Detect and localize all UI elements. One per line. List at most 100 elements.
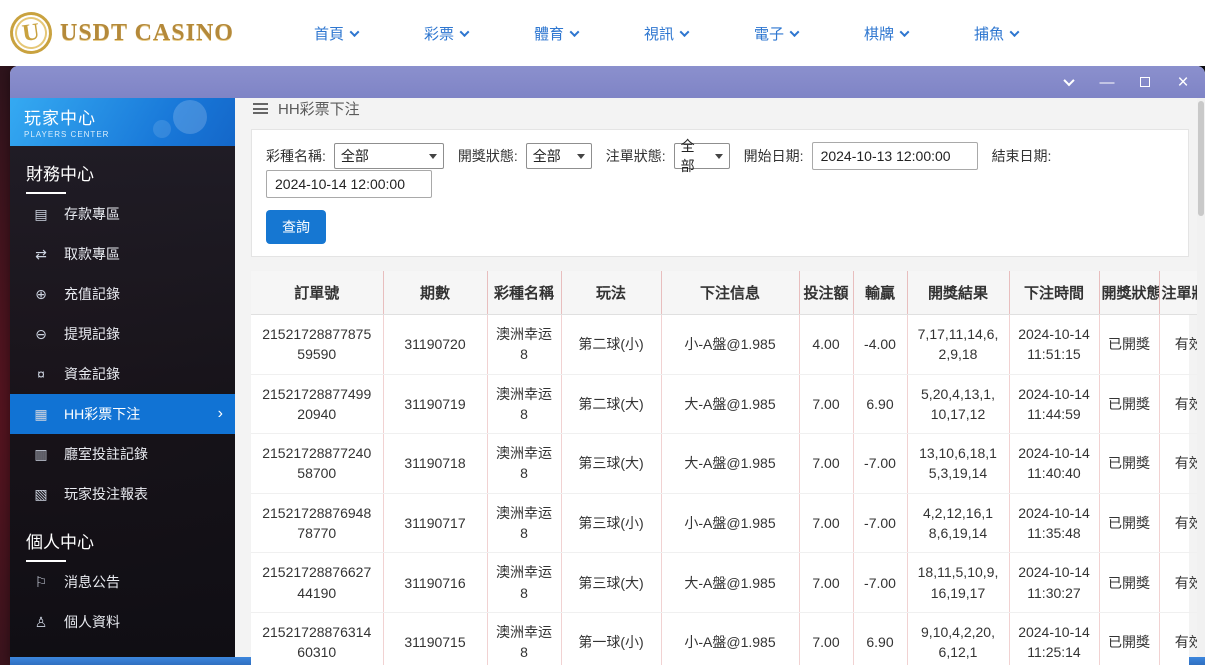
- table-cell: -7.00: [853, 434, 907, 494]
- sidebar-section-title: 財務中心: [10, 146, 235, 194]
- sidebar-item-recharge-record[interactable]: ⊕ 充值記錄: [10, 274, 235, 314]
- nav-item-1[interactable]: 彩票: [424, 23, 468, 44]
- table-cell: 第三球(小): [561, 493, 661, 553]
- table-cell: 13,10,6,18,15,3,19,14: [907, 434, 1009, 494]
- bet-status-label: 注單狀態:: [606, 146, 666, 166]
- table-cell: 第二球(大): [561, 374, 661, 434]
- table-cell: 2024-10-14 11:51:15: [1009, 315, 1099, 375]
- start-date-input[interactable]: [812, 142, 978, 170]
- site-top-bar: U USDT CASINO 首頁 彩票 體育 視訊 電子 棋牌 捕魚: [0, 0, 1205, 66]
- funds-record-icon: ¤: [32, 366, 50, 382]
- scrollbar-thumb[interactable]: [1198, 101, 1204, 216]
- main-content: HH彩票下注 彩種名稱: 全部 開獎狀態: 全部 注單狀態: 全部: [235, 98, 1205, 657]
- chevron-down-icon: [900, 27, 910, 37]
- table-cell: 小-A盤@1.985: [661, 493, 799, 553]
- filter-panel: 彩種名稱: 全部 開獎狀態: 全部 注單狀態: 全部 開始日期: 結束日期:: [251, 129, 1189, 257]
- end-date-input[interactable]: [266, 170, 432, 198]
- start-date-label: 開始日期:: [744, 146, 804, 166]
- nav-item-label: 棋牌: [864, 23, 894, 44]
- table-header-cell: 輸贏: [853, 271, 907, 315]
- table-cell: 2024-10-14 11:40:40: [1009, 434, 1099, 494]
- nav-item-2[interactable]: 體育: [534, 23, 578, 44]
- sidebar-item-withdraw-record[interactable]: ⊖ 提現記錄: [10, 314, 235, 354]
- breadcrumb: HH彩票下注: [235, 98, 1205, 119]
- sidebar-item-announcements[interactable]: ⚐消息公告: [10, 562, 235, 602]
- sidebar-item-lottery-bets[interactable]: ▦HH彩票下注›: [10, 394, 235, 434]
- nav-item-0[interactable]: 首頁: [314, 23, 358, 44]
- search-button[interactable]: 查詢: [266, 210, 326, 244]
- table-cell: 澳洲幸运8: [487, 374, 561, 434]
- bet-status-select[interactable]: 全部: [674, 143, 730, 169]
- sidebar-item-profile[interactable]: ♙個人資料: [10, 602, 235, 642]
- sidebar-item-label: 廳室投註記錄: [64, 444, 148, 464]
- sidebar-item-label: HH彩票下注: [64, 404, 140, 424]
- lottery-bets-icon: ▦: [32, 406, 50, 423]
- table-cell: 31190720: [383, 315, 487, 375]
- nav-item-label: 彩票: [424, 23, 454, 44]
- table-cell: 2152172887662744190: [251, 553, 383, 613]
- profile-icon: ♙: [32, 614, 50, 631]
- window-maximize-icon[interactable]: [1137, 74, 1153, 90]
- table-header-cell: 期數: [383, 271, 487, 315]
- table-cell: 已開獎: [1099, 315, 1159, 375]
- window-minimize-icon[interactable]: —: [1099, 74, 1115, 90]
- nav-item-3[interactable]: 視訊: [644, 23, 688, 44]
- sidebar-item-label: 消息公告: [64, 572, 120, 592]
- end-date-label: 結束日期:: [992, 146, 1052, 166]
- table-cell: 7,17,11,14,6,2,9,18: [907, 315, 1009, 375]
- window-collapse-icon[interactable]: [1061, 74, 1077, 90]
- chevron-down-icon: [790, 27, 800, 37]
- nav-item-4[interactable]: 電子: [754, 23, 798, 44]
- table-row: 215217288778755959031190720澳洲幸运8第二球(小)小-…: [251, 315, 1205, 375]
- chevron-down-icon: [460, 27, 470, 37]
- table-cell: 7.00: [799, 612, 853, 665]
- player-center-window: — × 玩家中心 PLAYERS CENTER 財務中心▤存款專區⇄取款專區 ⊕ 充…: [10, 66, 1205, 665]
- sidebar-item-label: 提現記錄: [64, 324, 120, 344]
- nav-item-5[interactable]: 棋牌: [864, 23, 908, 44]
- scrollbar[interactable]: [1197, 98, 1205, 657]
- table-row: 215217288774992094031190719澳洲幸运8第二球(大)大-…: [251, 374, 1205, 434]
- sidebar-item-label: 充值記錄: [64, 284, 120, 304]
- withdraw-record-icon: ⊖: [32, 326, 50, 343]
- sidebar-section-title: 個人中心: [10, 514, 235, 562]
- sidebar-item-withdraw[interactable]: ⇄取款專區: [10, 234, 235, 274]
- chevron-down-icon: [1010, 27, 1020, 37]
- lottery-name-select[interactable]: 全部: [334, 143, 444, 169]
- sidebar-item-deposit[interactable]: ▤存款專區: [10, 194, 235, 234]
- nav-item-6[interactable]: 捕魚: [974, 23, 1018, 44]
- table-cell: 18,11,5,10,9,16,19,17: [907, 553, 1009, 613]
- site-logo[interactable]: U USDT CASINO: [10, 12, 234, 54]
- table-cell: 9,10,4,2,20,6,12,1: [907, 612, 1009, 665]
- sidebar-item-label: 玩家投注報表: [64, 484, 148, 504]
- sidebar-header: 玩家中心 PLAYERS CENTER: [10, 98, 235, 146]
- table-row: 215217288769487877031190717澳洲幸运8第三球(小)小-…: [251, 493, 1205, 553]
- sidebar-item-player-bet-report[interactable]: ▧玩家投注報表: [10, 474, 235, 514]
- bets-table: 訂單號期數彩種名稱玩法下注信息投注額輸贏開獎結果下注時間開獎狀態注單狀態 215…: [251, 271, 1205, 665]
- table-cell: 5,20,4,13,1,10,17,12: [907, 374, 1009, 434]
- table-cell: 4.00: [799, 315, 853, 375]
- table-cell: 2024-10-14 11:44:59: [1009, 374, 1099, 434]
- menu-icon[interactable]: [253, 103, 268, 114]
- window-close-icon[interactable]: ×: [1175, 74, 1191, 90]
- recharge-record-icon: ⊕: [32, 286, 50, 303]
- table-cell: 澳洲幸运8: [487, 612, 561, 665]
- table-cell: 澳洲幸运8: [487, 434, 561, 494]
- deposit-icon: ▤: [32, 206, 50, 223]
- sidebar-item-room-bet-record[interactable]: ▥廳室投註記錄: [10, 434, 235, 474]
- table-cell: 2024-10-14 11:25:14: [1009, 612, 1099, 665]
- table-cell: 澳洲幸运8: [487, 553, 561, 613]
- lottery-name-label: 彩種名稱:: [266, 146, 326, 166]
- table-cell: 已開獎: [1099, 434, 1159, 494]
- draw-status-select[interactable]: 全部: [526, 143, 592, 169]
- bets-table-card: 訂單號期數彩種名稱玩法下注信息投注額輸贏開獎結果下注時間開獎狀態注單狀態 215…: [251, 271, 1189, 665]
- table-header-cell: 玩法: [561, 271, 661, 315]
- chevron-down-icon: [577, 154, 585, 159]
- table-cell: 第一球(小): [561, 612, 661, 665]
- table-cell: 31190716: [383, 553, 487, 613]
- sidebar-item-funds-record[interactable]: ¤資金記錄: [10, 354, 235, 394]
- table-header-cell: 訂單號: [251, 271, 383, 315]
- table-cell: 澳洲幸运8: [487, 315, 561, 375]
- table-cell: 已開獎: [1099, 612, 1159, 665]
- table-cell: -4.00: [853, 315, 907, 375]
- table-header-cell: 下注時間: [1009, 271, 1099, 315]
